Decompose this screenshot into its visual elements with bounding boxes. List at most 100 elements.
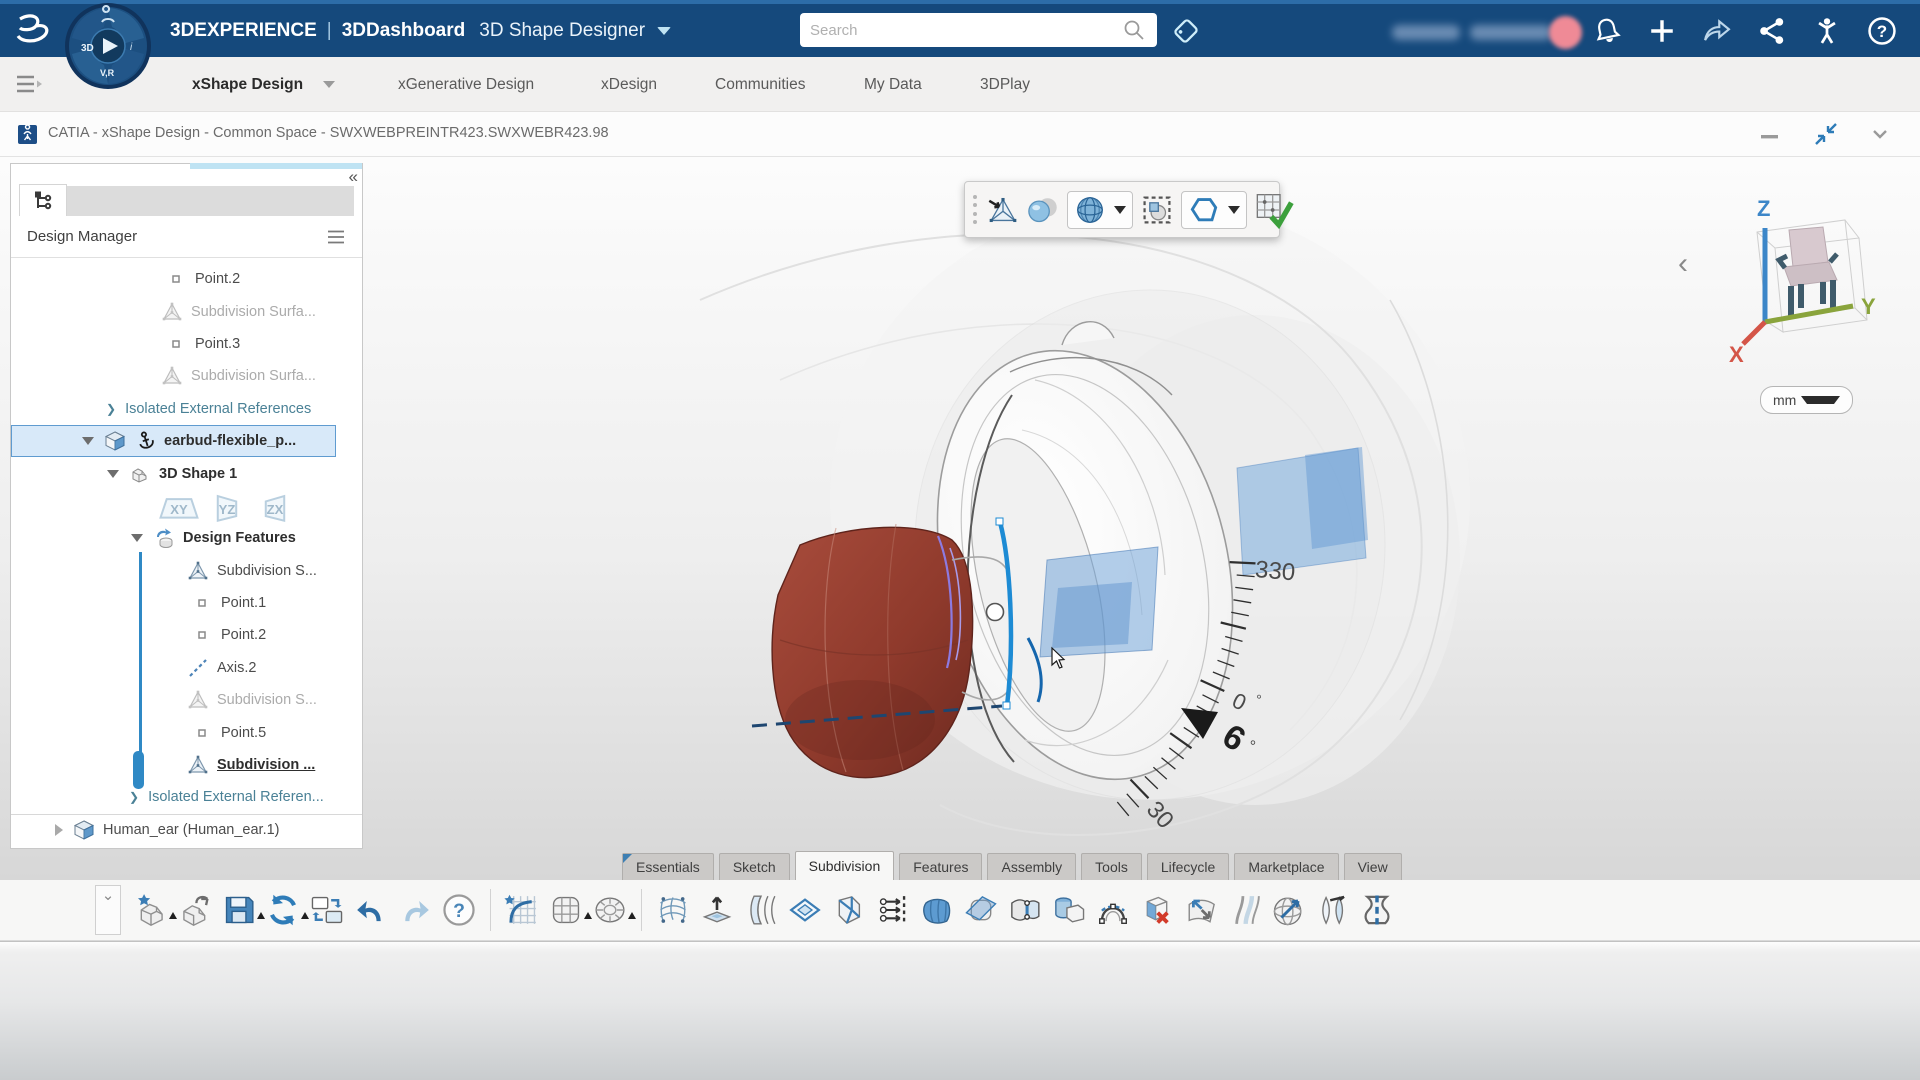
manipulator-handle[interactable]: [987, 604, 1004, 621]
bend-surface-button[interactable]: [739, 887, 783, 933]
chevron-right-icon[interactable]: ❯: [129, 790, 139, 804]
split-body-button[interactable]: [959, 887, 1003, 933]
dropdown-caret-icon[interactable]: [1114, 206, 1126, 214]
tree-row-subdivision-s-[interactable]: Subdivision S...: [11, 555, 362, 587]
inset-face-button[interactable]: [783, 887, 827, 933]
new-shape-button[interactable]: [129, 887, 173, 933]
search-input[interactable]: [810, 22, 1121, 39]
minimize-button[interactable]: [1756, 120, 1784, 148]
tree-row-isolated-external-references[interactable]: ❯Isolated External References: [11, 393, 362, 425]
units-dropdown[interactable]: mm: [1760, 386, 1853, 414]
ribbon-tab-lifecycle[interactable]: Lifecycle: [1147, 853, 1229, 880]
tree-row-point-2[interactable]: Point.2: [11, 619, 362, 651]
blend-primitive-button[interactable]: [1047, 887, 1091, 933]
ribbon-tab-subdivision[interactable]: Subdivision: [795, 851, 895, 880]
tree-row-planes[interactable]: XY YZ ZX: [11, 490, 362, 522]
swap-faces-button[interactable]: [1179, 887, 1223, 933]
expander-right-icon[interactable]: [55, 824, 63, 836]
avatar[interactable]: [1549, 16, 1582, 49]
expander-down-icon[interactable]: [82, 437, 94, 445]
tree-row-point-2[interactable]: Point.2: [11, 263, 362, 295]
tree-row-point-1[interactable]: Point.1: [11, 587, 362, 619]
sketch-button[interactable]: [500, 887, 544, 933]
tree-row-earbud-flexible-p-[interactable]: earbud-flexible_p...: [11, 425, 336, 457]
refresh-button[interactable]: [261, 887, 305, 933]
tree-tab[interactable]: [19, 184, 67, 216]
app-tab-my-data[interactable]: My Data: [864, 57, 922, 112]
viewport[interactable]: 3300°6°30 Z Y X ‹: [0, 157, 1920, 880]
window-menu-chevron-icon[interactable]: [1866, 120, 1894, 148]
weld-surfaces-button[interactable]: [1003, 887, 1047, 933]
app-tab-xgenerative-design[interactable]: xGenerative Design: [398, 57, 534, 112]
share-network-icon[interactable]: [1755, 14, 1789, 48]
y-axis[interactable]: [1765, 306, 1853, 322]
tag-icon[interactable]: [1168, 13, 1204, 49]
app-tab-xdesign[interactable]: xDesign: [601, 57, 657, 112]
tree-row-human-ear-human-ear-1-[interactable]: Human_ear (Human_ear.1): [11, 814, 362, 846]
redo-button[interactable]: [393, 887, 437, 933]
subdivision-cylinder-button[interactable]: [588, 887, 632, 933]
dropdown-caret-icon[interactable]: [628, 912, 636, 919]
tree-link-label[interactable]: Isolated External Referen...: [148, 789, 324, 805]
match-edges-button[interactable]: [871, 887, 915, 933]
tree-row-design-features[interactable]: Design Features: [11, 522, 362, 554]
expander-down-icon[interactable]: [107, 470, 119, 478]
align-planes-button[interactable]: [1311, 887, 1355, 933]
help-icon[interactable]: ?: [1865, 14, 1899, 48]
tree-row-subdivision-surfa-[interactable]: Subdivision Surfa...: [11, 295, 362, 327]
tree-row-isolated-external-referen-[interactable]: ❯ Isolated External Referen...: [11, 781, 362, 813]
x-axis[interactable]: [1743, 322, 1765, 344]
tree-link-label[interactable]: Isolated External References: [125, 401, 311, 417]
3dexperience-compass-logo[interactable]: 3D i V,R: [64, 2, 152, 90]
ribbon-tab-features[interactable]: Features: [899, 853, 982, 880]
project-sphere-button[interactable]: [1267, 887, 1311, 933]
bevel-face-button[interactable]: [827, 887, 871, 933]
exchange-button[interactable]: [305, 887, 349, 933]
plane-icon-zx[interactable]: ZX: [255, 493, 295, 519]
display-spheres-button[interactable]: [1026, 191, 1060, 229]
app-switcher-chevron-icon[interactable]: [657, 27, 671, 35]
tree-row-point-3[interactable]: Point.3: [11, 328, 362, 360]
help-button[interactable]: ?: [437, 887, 481, 933]
plus-icon[interactable]: [1645, 14, 1679, 48]
plane-icon-yz[interactable]: YZ: [207, 493, 247, 519]
tree-row-subdivision-s-[interactable]: Subdivision S...: [11, 684, 362, 716]
offset-curve-button[interactable]: [1223, 887, 1267, 933]
bell-icon[interactable]: [1590, 14, 1624, 48]
polygon-filter-button[interactable]: [1181, 191, 1247, 229]
collapse-window-button[interactable]: [1812, 120, 1840, 148]
open-shape-button[interactable]: [173, 887, 217, 933]
subdivision-box-button[interactable]: [544, 887, 588, 933]
panel-menu-icon[interactable]: [326, 229, 346, 245]
delete-face-button[interactable]: [1135, 887, 1179, 933]
app-tab-3dplay[interactable]: 3DPlay: [980, 57, 1030, 112]
expander-down-icon[interactable]: [131, 534, 143, 542]
collapse-panel-icon[interactable]: «: [349, 168, 358, 185]
cage-edit-button[interactable]: [1091, 887, 1135, 933]
tab-chevron-down-icon[interactable]: [323, 81, 335, 88]
collapse-toolbar-button[interactable]: ⌄: [95, 885, 121, 935]
undo-button[interactable]: [349, 887, 393, 933]
panel-tab-strip[interactable]: [67, 186, 354, 216]
tree-row-3d-shape-1[interactable]: 3D Shape 1: [11, 457, 362, 489]
drag-handle-icon[interactable]: [973, 191, 977, 229]
ribbon-tab-view[interactable]: View: [1344, 853, 1402, 880]
save-button[interactable]: [217, 887, 261, 933]
ribbon-tab-assembly[interactable]: Assembly: [987, 853, 1076, 880]
ribbon-tab-essentials[interactable]: Essentials: [622, 853, 714, 880]
search-bar[interactable]: [800, 13, 1157, 47]
3ds-logo[interactable]: [10, 10, 64, 52]
tree-row-axis-2[interactable]: Axis.2: [11, 652, 362, 684]
edit-subdivision-button[interactable]: [986, 191, 1020, 229]
selection-set-button[interactable]: [1140, 191, 1174, 229]
app-tab-communities[interactable]: Communities: [715, 57, 805, 112]
app-menu-icon[interactable]: [14, 71, 44, 97]
subdivision-surface-button[interactable]: [651, 887, 695, 933]
community-icon[interactable]: [1810, 14, 1844, 48]
mirror-symmetry-button[interactable]: [1355, 887, 1399, 933]
tree-row-subdivision-[interactable]: Subdivision ...: [11, 749, 362, 781]
ribbon-tab-marketplace[interactable]: Marketplace: [1234, 853, 1338, 880]
app-tab-xshape-design[interactable]: xShape Design: [192, 57, 335, 112]
plane-icon-xy[interactable]: XY: [159, 493, 199, 519]
collapse-right-panel-icon[interactable]: ‹: [1678, 249, 1688, 279]
